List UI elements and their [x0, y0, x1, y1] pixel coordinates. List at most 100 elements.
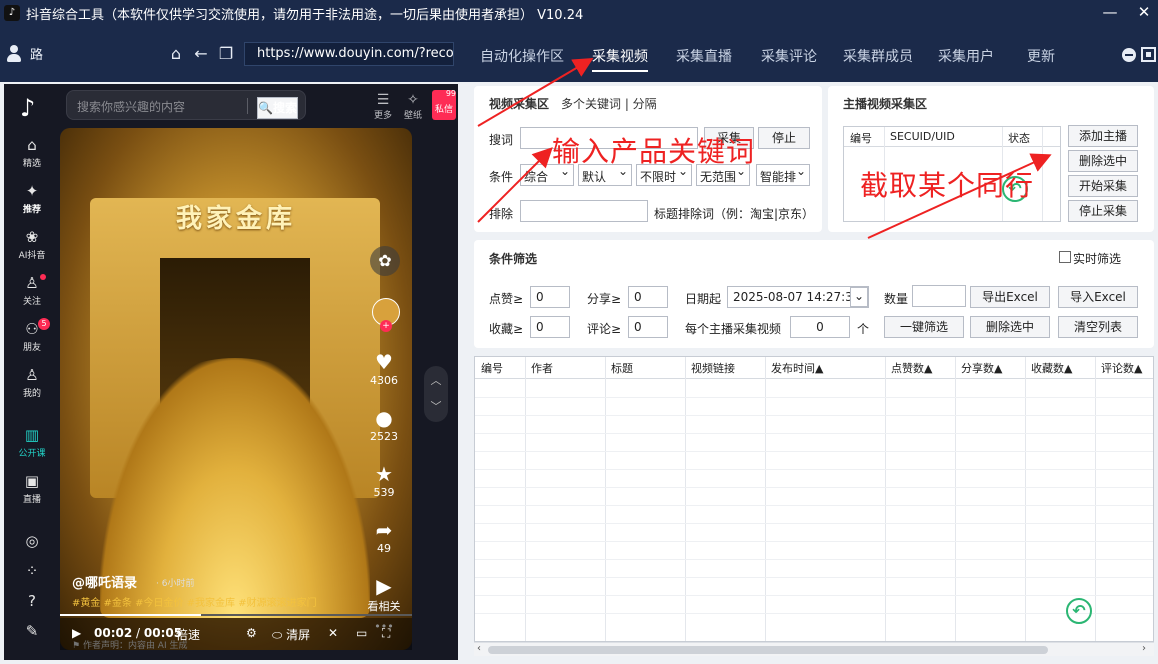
clear-list-button[interactable]: 清空列表: [1058, 316, 1138, 338]
douyin-logo-icon[interactable]: ♪: [20, 94, 44, 122]
copy-icon[interactable]: ❐: [216, 44, 236, 64]
col-video-link[interactable]: 视频链接: [691, 360, 735, 376]
scrollbar-thumb[interactable]: [488, 646, 1048, 654]
realtime-filter-checkbox[interactable]: [1059, 251, 1071, 263]
url-input[interactable]: https://www.douyin.com/?recom: [244, 42, 454, 66]
chevron-down-icon[interactable]: ﹀: [424, 398, 448, 414]
shares-input[interactable]: 0: [628, 286, 668, 308]
douyin-search-box[interactable]: 搜索你感兴趣的内容 🔍搜索: [66, 90, 306, 120]
feedback-icon[interactable]: ✎: [4, 622, 60, 642]
anchor-col-status: 状态: [1008, 132, 1030, 145]
grid-icon[interactable]: ⁘: [4, 562, 60, 582]
tab-collect-comments[interactable]: 采集评论: [761, 46, 817, 66]
homepage-annotation: 截取某个同行: [860, 169, 1035, 202]
user-info[interactable]: 路: [6, 44, 43, 63]
likes-input[interactable]: 0: [530, 286, 570, 308]
play-icon[interactable]: ▶: [72, 626, 81, 640]
favorite-button[interactable]: ★ 539: [362, 462, 406, 499]
video-tags[interactable]: #黄金 #金条 #今日金价 #我家金库 #财源滚滚进家门: [72, 596, 322, 612]
video-progress-bar[interactable]: [60, 614, 412, 616]
search-button[interactable]: 🔍搜索: [257, 97, 298, 119]
export-excel-button[interactable]: 导出Excel: [970, 286, 1050, 308]
wallpaper-button[interactable]: ✧ 壁纸: [400, 92, 426, 121]
minimize-button[interactable]: —: [1094, 0, 1126, 26]
video-player[interactable]: 我家金库 ✿ + ♥ 4306 ● 2523 ★ 539 ➦ 49 ▶ 看相关 ••• @…: [60, 128, 412, 650]
import-excel-button[interactable]: 导入Excel: [1058, 286, 1138, 308]
col-likes[interactable]: 点赞数▲: [891, 360, 932, 376]
follow-plus-icon[interactable]: +: [380, 320, 392, 332]
qr-code-icon[interactable]: [1141, 47, 1156, 62]
tab-collect-group[interactable]: 采集群成员: [843, 46, 913, 66]
per-anchor-unit: 个: [857, 322, 870, 336]
fullscreen-icon[interactable]: ⛶: [382, 626, 390, 641]
sidebar-item-featured[interactable]: ⌂ 精选: [4, 136, 60, 169]
scroll-right-icon[interactable]: ›: [1142, 643, 1146, 654]
sidebar-item-follow[interactable]: ♙ 关注: [4, 274, 60, 307]
favorites-input[interactable]: 0: [530, 316, 570, 338]
tab-collect-live[interactable]: 采集直播: [676, 46, 732, 66]
like-button[interactable]: ♥ 4306: [362, 350, 406, 387]
minus-circle-icon[interactable]: [1122, 48, 1136, 62]
col-favorites[interactable]: 收藏数▲: [1031, 360, 1072, 376]
share-button[interactable]: ➦ 49: [362, 518, 406, 555]
col-publish-time[interactable]: 发布时间▲: [771, 360, 823, 376]
col-index[interactable]: 编号: [481, 360, 503, 376]
stop-button[interactable]: 停止: [758, 127, 810, 149]
clear-screen-toggle[interactable]: ⬭ 清屏: [272, 626, 310, 643]
scroll-left-icon[interactable]: ‹: [477, 643, 481, 654]
help-icon[interactable]: ?: [4, 592, 60, 612]
back-arrow-icon[interactable]: ←: [191, 44, 211, 64]
delete-selected-anchor-button[interactable]: 删除选中: [1068, 150, 1138, 172]
private-message-button[interactable]: 99 私信: [432, 89, 456, 120]
pip-icon[interactable]: ▭: [356, 626, 367, 640]
date-picker[interactable]: 2025-08-07 14:27:39: [727, 286, 869, 308]
flower-icon[interactable]: ✿: [370, 246, 400, 276]
anchor-collect-title: 主播视频采集区: [843, 97, 928, 111]
col-comments[interactable]: 评论数▲: [1101, 360, 1142, 376]
book-icon: ▥: [24, 426, 40, 444]
delete-selected-button[interactable]: 删除选中: [970, 316, 1050, 338]
chevron-up-icon[interactable]: ︿: [424, 372, 448, 388]
comments-input[interactable]: 0: [628, 316, 668, 338]
home-icon[interactable]: ⌂: [166, 44, 186, 64]
sidebar-item-friends[interactable]: 5 ⚇ 朋友: [4, 318, 60, 353]
sidebar-item-ai[interactable]: ❀ AI抖音: [4, 228, 60, 261]
settings-gear-icon[interactable]: ⚙: [246, 626, 257, 640]
add-anchor-button[interactable]: 添加主播: [1068, 125, 1138, 147]
smart-select[interactable]: 智能排: [756, 164, 810, 186]
result-table[interactable]: 编号 作者 标题 视频链接 发布时间▲ 点赞数▲ 分享数▲ 收藏数▲ 评论数▲: [474, 356, 1154, 642]
tab-automation[interactable]: 自动化操作区: [480, 46, 564, 66]
sidebar-item-live[interactable]: ▣ 直播: [4, 472, 60, 505]
exclude-input[interactable]: [520, 200, 648, 222]
stop-collect-button[interactable]: 停止采集: [1068, 200, 1138, 222]
mute-icon[interactable]: ✕: [328, 626, 338, 640]
sidebar-item-mine[interactable]: ♙ 我的: [4, 366, 60, 399]
one-click-filter-button[interactable]: 一键筛选: [884, 316, 964, 338]
date-dropdown-chevron-icon[interactable]: ⌄: [850, 287, 868, 307]
video-author[interactable]: @哪吒语录: [72, 572, 137, 591]
tab-collect-users[interactable]: 采集用户: [938, 46, 994, 66]
settings-circle-icon[interactable]: ◎: [4, 532, 60, 552]
refresh-list-icon[interactable]: ↶: [1066, 598, 1092, 624]
count-input[interactable]: [912, 285, 966, 307]
anchor-col-index: 编号: [850, 132, 872, 145]
notification-dot: [40, 274, 46, 280]
tab-update[interactable]: 更新: [1027, 46, 1055, 66]
col-shares[interactable]: 分享数▲: [961, 360, 1002, 376]
speed-button[interactable]: 倍速: [176, 626, 200, 643]
user-icon: [6, 44, 22, 63]
horizontal-scrollbar[interactable]: ‹ ›: [474, 642, 1154, 656]
start-collect-button[interactable]: 开始采集: [1068, 175, 1138, 197]
per-anchor-input[interactable]: 0: [790, 316, 850, 338]
more-button[interactable]: ☰ 更多: [370, 92, 396, 121]
close-button[interactable]: ✕: [1128, 0, 1158, 26]
col-author[interactable]: 作者: [531, 360, 553, 376]
sidebar-item-recommend[interactable]: ✦ 推荐: [4, 182, 60, 215]
sidebar-item-open-class[interactable]: ▥ 公开课: [4, 426, 60, 459]
time-display: 00:02 / 00:05: [94, 626, 183, 640]
related-button[interactable]: ▶ 看相关: [362, 574, 406, 614]
anchor-table-header: 编号 SECUID/UID 状态: [844, 127, 1060, 147]
comment-button[interactable]: ● 2523: [362, 406, 406, 443]
col-title[interactable]: 标题: [611, 360, 633, 376]
tab-collect-video[interactable]: 采集视频: [592, 46, 648, 72]
